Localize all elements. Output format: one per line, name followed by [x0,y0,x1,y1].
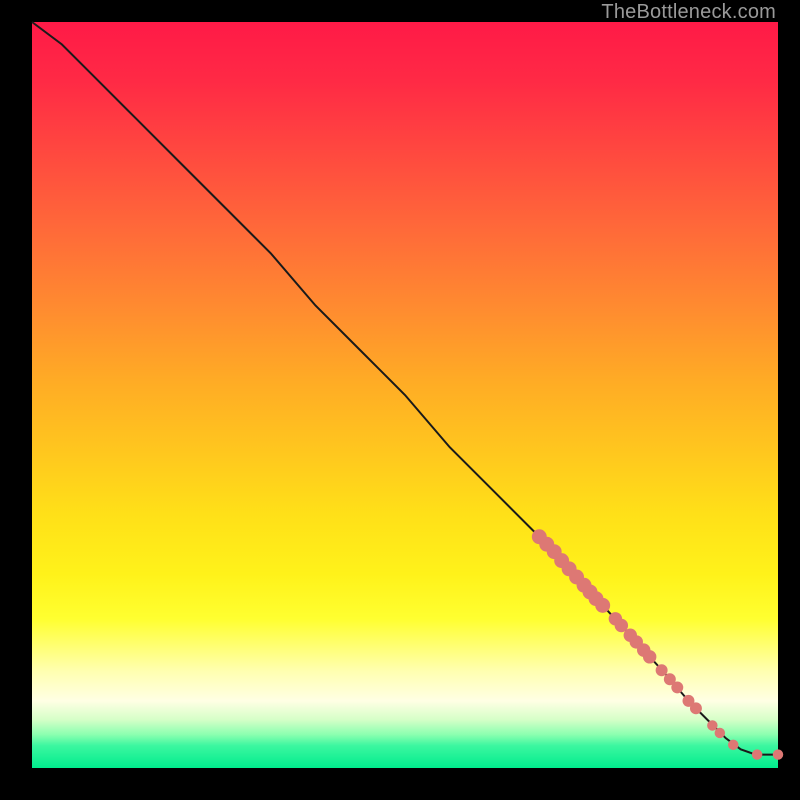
data-marker [643,650,656,663]
attribution-label: TheBottleneck.com [601,1,776,24]
data-marker [752,749,762,759]
chart-frame: TheBottleneck.com [0,0,800,800]
marker-group [532,529,783,760]
data-marker [595,598,610,613]
data-marker [690,702,702,714]
data-marker [728,740,738,750]
data-marker [715,728,725,738]
data-marker [707,720,717,730]
data-marker [671,681,683,693]
chart-overlay [32,22,778,768]
data-marker [773,749,783,759]
data-marker [656,664,668,676]
bottleneck-curve [32,22,778,755]
